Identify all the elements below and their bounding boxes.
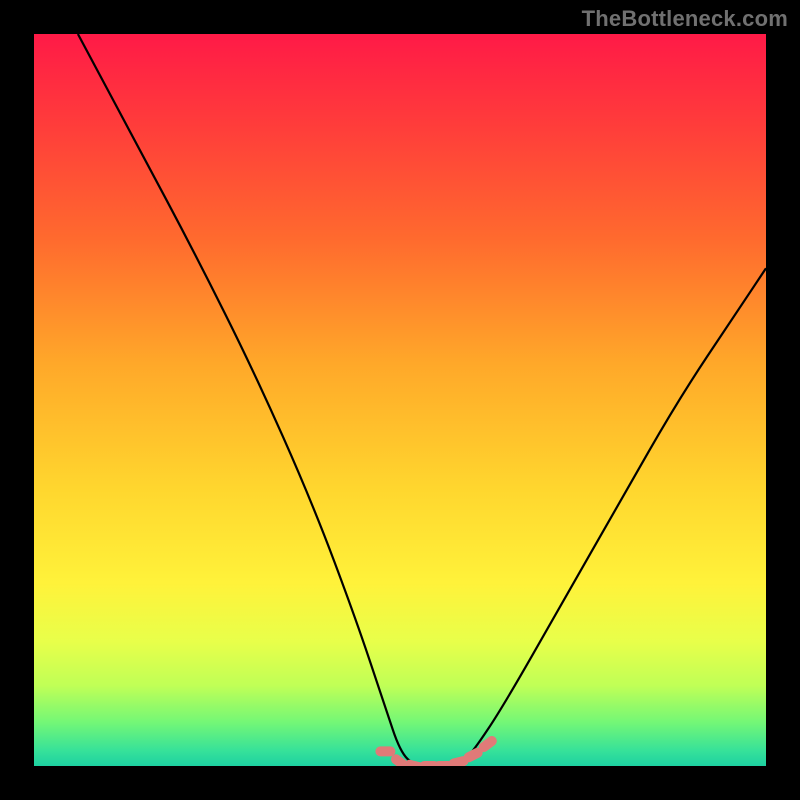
chart-frame: TheBottleneck.com — [0, 0, 800, 800]
attribution-text: TheBottleneck.com — [582, 6, 788, 32]
chart-plot-area — [34, 34, 766, 766]
